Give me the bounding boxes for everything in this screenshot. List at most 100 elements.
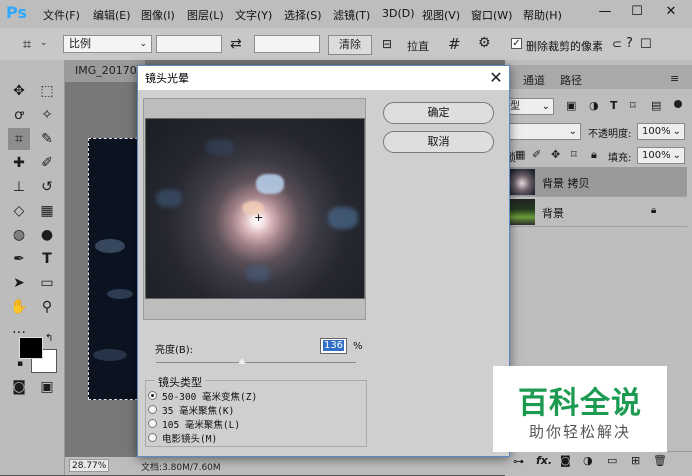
straighten-label[interactable]: 拉直 — [407, 38, 429, 54]
layer-mask-icon[interactable]: ◙ — [560, 454, 571, 467]
width-field[interactable] — [156, 35, 222, 53]
adjustment-layer-icon[interactable]: ◑ — [583, 454, 593, 467]
clear-button[interactable]: 清除 — [328, 35, 372, 55]
flare-preview[interactable]: + — [145, 118, 365, 299]
new-group-icon[interactable]: ▭ — [607, 454, 617, 467]
dialog-close-button[interactable]: ✕ — [485, 67, 507, 89]
chevron-down-icon[interactable]: ⌄ — [40, 38, 48, 48]
gradient-icon[interactable]: ▦ — [36, 200, 58, 222]
layer-row[interactable]: 背景 🔒︎ — [505, 197, 687, 227]
filter-smart-icon[interactable]: ▤ — [651, 99, 661, 112]
trash-icon[interactable]: 🗑︎ — [653, 454, 667, 467]
ratio-select[interactable]: 比例 ⌄ — [63, 35, 152, 53]
filter-image-icon[interactable]: ▣ — [566, 99, 576, 112]
maximize-button[interactable]: ☐ — [626, 4, 648, 22]
tab-channels[interactable]: 通道 — [523, 72, 545, 88]
history-brush-icon[interactable]: ↺ — [36, 176, 58, 198]
healing-brush-icon[interactable]: ✚ — [8, 152, 30, 174]
lens-option-105mm[interactable]: 105 毫米聚焦(L) — [148, 417, 240, 431]
brush-icon[interactable]: ✐ — [36, 152, 58, 174]
layer-name[interactable]: 背景 — [542, 205, 564, 221]
radio-selected[interactable] — [148, 390, 157, 400]
radio-button[interactable] — [148, 432, 157, 442]
menu-select[interactable]: 选择(S) — [284, 7, 322, 23]
blend-mode-select[interactable]: ⌄ — [505, 123, 581, 140]
layer-row[interactable]: 背景 拷贝 — [505, 167, 687, 197]
crop-tool-icon[interactable]: ⌗ — [8, 128, 30, 150]
close-window-button[interactable]: ✕ — [660, 4, 682, 22]
stamp-icon[interactable]: ⊥ — [8, 176, 30, 198]
menu-filter[interactable]: 滤镜(T) — [333, 7, 370, 23]
radio-button[interactable] — [148, 404, 157, 414]
default-colors-icon[interactable]: ▪ — [17, 359, 23, 369]
lens-option-movie[interactable]: 电影镜头(M) — [148, 431, 217, 445]
gear-icon[interactable]: ⚙ — [478, 35, 491, 51]
blur-icon[interactable]: ◍ — [8, 224, 30, 246]
link-layers-icon[interactable]: ⊶ — [513, 455, 524, 468]
lock-artboard-icon[interactable]: ⌑ — [571, 148, 577, 161]
radio-button[interactable] — [148, 418, 157, 428]
hand-icon[interactable]: ✋ — [8, 296, 30, 318]
screen-mode-icon[interactable]: ▣ — [36, 376, 58, 398]
brightness-input[interactable]: 136 — [320, 338, 347, 354]
minimize-button[interactable]: — — [594, 4, 616, 22]
tab-paths[interactable]: 路径 — [560, 72, 582, 88]
swap-icon[interactable]: ⇄ — [230, 36, 242, 52]
eraser-icon[interactable]: ◇ — [8, 200, 30, 222]
menu-image[interactable]: 图像(I) — [141, 7, 175, 23]
cancel-button[interactable]: 取消 — [383, 131, 494, 153]
height-field[interactable] — [254, 35, 320, 53]
menu-file[interactable]: 文件(F) — [43, 7, 80, 23]
zoom-icon[interactable]: ⚲ — [36, 296, 58, 318]
eyedropper-icon[interactable]: ✎ — [36, 128, 58, 150]
marquee-tool-icon[interactable]: ⬚ — [36, 80, 58, 102]
lock-position-icon[interactable]: ✥ — [551, 148, 560, 161]
swap-colors-icon[interactable]: ↰ — [45, 333, 53, 344]
kind-select[interactable]: 型 ⌄ — [505, 98, 554, 115]
lens-option-35mm[interactable]: 35 毫米聚焦(K) — [148, 403, 234, 417]
crop-tool-preset-icon[interactable]: ⌗ — [16, 33, 38, 55]
menu-window[interactable]: 窗口(W) — [471, 7, 512, 23]
fill-field[interactable]: 100% ⌄ — [637, 147, 685, 164]
menu-help[interactable]: 帮助(H) — [523, 7, 562, 23]
ok-button[interactable]: 确定 — [383, 102, 494, 124]
canvas[interactable] — [88, 138, 138, 400]
menu-layer[interactable]: 图层(L) — [187, 7, 224, 23]
content-aware-icon[interactable]: ⊂ — [612, 37, 622, 51]
menu-view[interactable]: 视图(V) — [422, 7, 460, 23]
filter-toggle-icon[interactable] — [674, 100, 682, 108]
filter-adjust-icon[interactable]: ◑ — [589, 99, 599, 112]
filter-shape-icon[interactable]: ⌑ — [630, 99, 636, 112]
help-icon[interactable]: ? — [626, 36, 633, 51]
flare-center-crosshair[interactable]: + — [254, 211, 263, 224]
move-tool-icon[interactable]: ✥ — [8, 80, 30, 102]
menu-edit[interactable]: 编辑(E) — [93, 7, 131, 23]
lasso-tool-icon[interactable]: ꝍ — [8, 104, 30, 126]
layer-name[interactable]: 背景 拷贝 — [542, 175, 590, 191]
fx-icon[interactable]: fx. — [536, 454, 552, 467]
pen-icon[interactable]: ✒ — [8, 248, 30, 270]
rectangle-icon[interactable]: ▭ — [36, 272, 58, 294]
type-tool-icon[interactable]: T — [36, 248, 58, 270]
dodge-icon[interactable]: ● — [36, 224, 58, 246]
new-layer-icon[interactable]: ⊞ — [631, 454, 640, 467]
menu-3d[interactable]: 3D(D) — [382, 7, 415, 20]
document-tab[interactable]: IMG_201704 — [65, 60, 145, 82]
menu-type[interactable]: 文字(Y) — [235, 7, 272, 23]
lock-pixels-icon[interactable]: ✐ — [532, 148, 541, 161]
brightness-slider-thumb[interactable] — [238, 358, 246, 364]
straighten-icon[interactable]: ⊟ — [382, 37, 392, 51]
magic-wand-icon[interactable]: ✧ — [36, 104, 58, 126]
brightness-slider-track[interactable] — [156, 362, 356, 363]
lock-transparent-icon[interactable]: ▦ — [515, 148, 525, 161]
path-selection-icon[interactable]: ➤ — [8, 272, 30, 294]
lock-all-icon[interactable]: 🔒︎ — [591, 148, 597, 162]
panel-menu-icon[interactable]: ≡ — [670, 72, 679, 85]
grid-overlay-icon[interactable]: # — [448, 35, 461, 53]
quick-mask-icon[interactable]: ◙ — [8, 376, 30, 398]
lens-option-zoom[interactable]: 50-300 毫米变焦(Z) — [148, 389, 257, 403]
filter-type-icon[interactable]: T — [610, 99, 618, 112]
opacity-field[interactable]: 100% ⌄ — [637, 123, 685, 140]
zoom-field[interactable]: 28.77% — [69, 459, 109, 472]
workspace-icon[interactable]: ☐ — [640, 37, 652, 52]
